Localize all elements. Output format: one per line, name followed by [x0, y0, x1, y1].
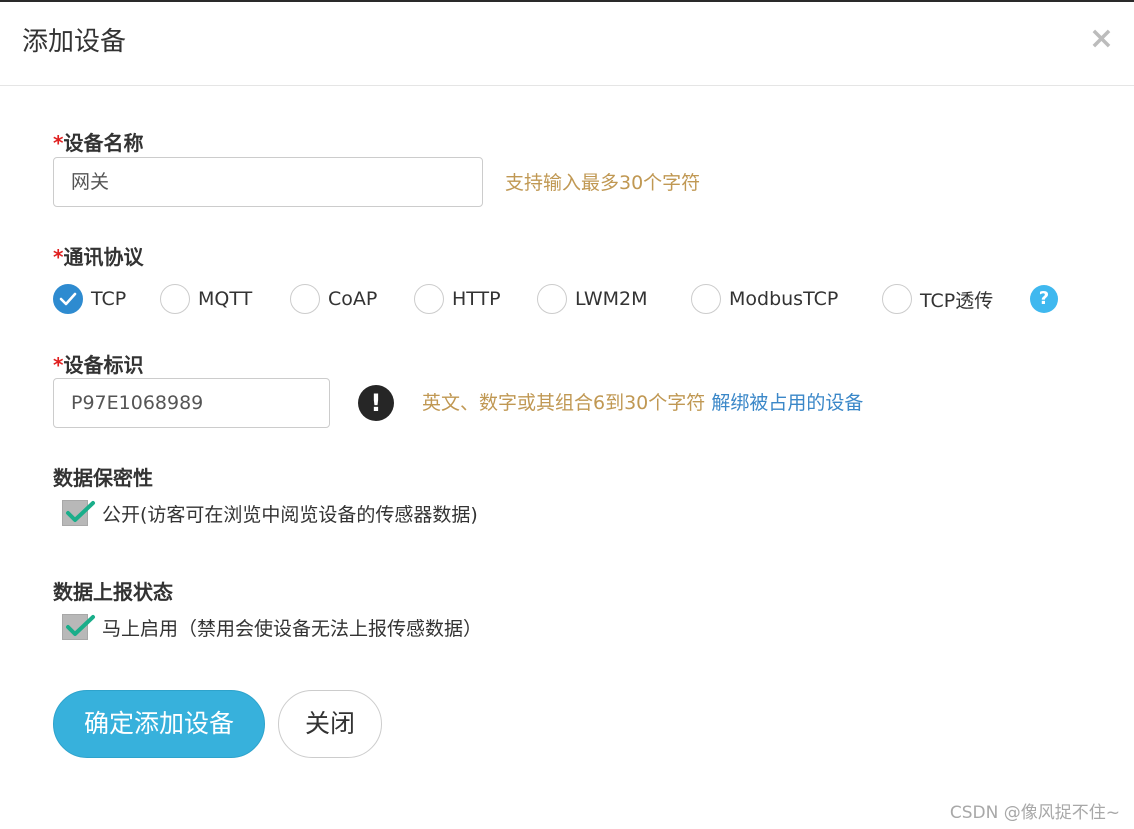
radio-label: TCP透传	[920, 289, 994, 312]
privacy-checkbox-label: 公开(访客可在浏览中阅览设备的传感器数据)	[102, 503, 478, 526]
radio-checked-icon	[53, 284, 83, 314]
privacy-label: 数据保密性	[53, 466, 153, 490]
close-button[interactable]: 关闭	[278, 690, 382, 758]
report-checkbox-row: 马上启用（禁用会使设备无法上报传感数据）	[62, 612, 482, 642]
radio-label: MQTT	[198, 288, 253, 310]
device-id-hint-text: 英文、数字或其组合6到30个字符	[422, 392, 706, 414]
report-checkbox-label: 马上启用（禁用会使设备无法上报传感数据）	[102, 617, 483, 640]
radio-circle-icon	[691, 284, 721, 314]
dialog-header: 添加设备 ×	[0, 2, 1134, 86]
device-name-label-text: 设备名称	[63, 131, 144, 155]
radio-mqtt[interactable]: MQTT	[160, 282, 252, 316]
radio-lwm2m[interactable]: LWM2M	[537, 282, 648, 316]
check-icon	[66, 615, 95, 636]
radio-label: CoAP	[328, 288, 378, 310]
radio-label: HTTP	[452, 288, 501, 310]
check-icon	[66, 501, 95, 522]
radio-coap[interactable]: CoAP	[290, 282, 377, 316]
protocol-label-text: 通讯协议	[63, 245, 144, 269]
radio-modbustcp[interactable]: ModbusTCP	[691, 282, 838, 316]
device-id-label: *设备标识	[53, 352, 143, 378]
privacy-checkbox-row: 公开(访客可在浏览中阅览设备的传感器数据)	[62, 498, 478, 528]
dialog-title: 添加设备	[22, 27, 127, 57]
required-mark: *	[53, 131, 64, 155]
radio-http[interactable]: HTTP	[414, 282, 501, 316]
radio-circle-icon	[160, 284, 190, 314]
device-id-label-text: 设备标识	[63, 353, 144, 377]
radio-tcp[interactable]: TCP	[53, 282, 126, 316]
add-device-dialog: 添加设备 × *设备名称 网关 支持输入最多30个字符 *通讯协议 TCP MQ…	[0, 2, 1134, 829]
help-icon[interactable]: ?	[1030, 285, 1058, 313]
radio-circle-icon	[414, 284, 444, 314]
radio-circle-icon	[882, 284, 912, 314]
radio-tcp-passthrough[interactable]: TCP透传	[882, 282, 993, 316]
device-id-hint: 英文、数字或其组合6到30个字符 解绑被占用的设备	[422, 390, 863, 416]
report-checkbox[interactable]	[62, 614, 95, 640]
required-mark: *	[53, 245, 64, 269]
radio-label: TCP	[91, 288, 127, 310]
radio-label: ModbusTCP	[729, 288, 839, 310]
radio-circle-icon	[290, 284, 320, 314]
protocol-label: *通讯协议	[53, 244, 143, 270]
required-mark: *	[53, 353, 64, 377]
device-name-label: *设备名称	[53, 130, 143, 156]
privacy-checkbox[interactable]	[62, 500, 95, 526]
report-label: 数据上报状态	[53, 580, 173, 604]
watermark: CSDN @像风捉不住~	[949, 803, 1120, 823]
confirm-add-device-button[interactable]: 确定添加设备	[53, 690, 265, 758]
radio-circle-icon	[537, 284, 567, 314]
close-icon[interactable]: ×	[1089, 22, 1114, 56]
device-name-hint: 支持输入最多30个字符	[505, 172, 701, 194]
warning-icon: !	[358, 385, 394, 421]
device-id-input[interactable]: P97E1068989	[53, 378, 330, 428]
radio-label: LWM2M	[575, 288, 648, 310]
device-name-input[interactable]: 网关	[53, 157, 483, 207]
unbind-device-link[interactable]: 解绑被占用的设备	[711, 392, 863, 414]
